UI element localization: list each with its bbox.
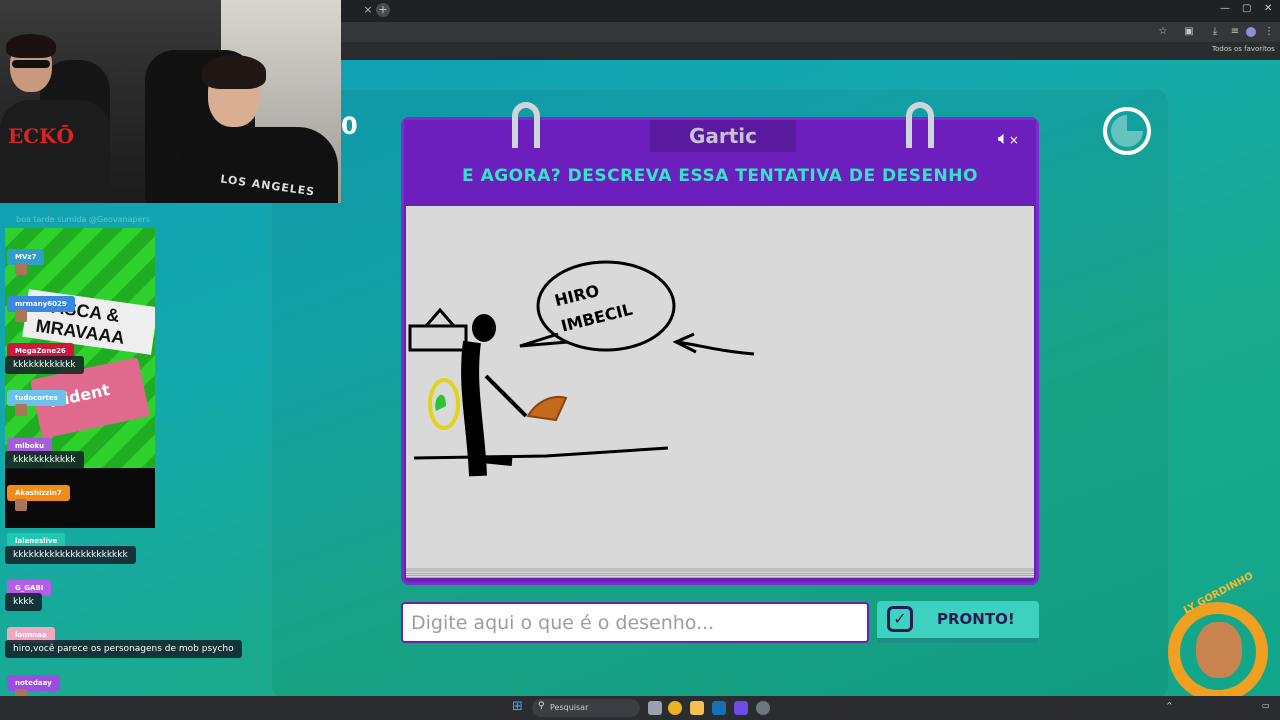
ready-label: PRONTO!: [937, 610, 1015, 628]
notebook-page-edges: [406, 572, 1034, 578]
chat-message: mrmany6029: [7, 291, 75, 312]
menu-kebab-icon[interactable]: ⋮: [1263, 26, 1275, 38]
task-view-icon[interactable]: [648, 701, 662, 715]
drawing-text-line-1: HIRO: [553, 281, 602, 310]
emblem-face: [1196, 622, 1242, 678]
guess-input[interactable]: [401, 602, 869, 643]
file-explorer-icon[interactable]: [690, 701, 704, 715]
close-window-icon[interactable]: ✕: [1264, 3, 1272, 14]
maximize-icon[interactable]: ▢: [1242, 3, 1251, 14]
round-prompt: E AGORA? DESCREVA ESSA TENTATIVA DE DESE…: [462, 166, 978, 186]
search-icon: ⚲: [538, 701, 545, 711]
download-icon[interactable]: ⤓: [1209, 26, 1221, 38]
streamer-emblem: LY GORDINHO: [1160, 571, 1275, 706]
chat-emote: [15, 310, 27, 322]
timer-icon: [1103, 107, 1151, 155]
media-icon[interactable]: ≡: [1229, 26, 1241, 38]
speaker-muted-icon[interactable]: 🔈︎×: [998, 128, 1019, 149]
drawing-canvas: HIRO IMBECIL: [406, 206, 1034, 572]
sunglasses: [12, 60, 50, 68]
chat-message-text: kkkkkkkkkkkk: [5, 451, 84, 469]
steam-icon[interactable]: [712, 701, 726, 715]
chat-message: notedaay: [7, 670, 60, 691]
notification-icon[interactable]: ▭: [1262, 701, 1270, 710]
webcam-feed: ECKŌ LOS ANGELES: [0, 0, 341, 203]
notebook-ring: [906, 102, 934, 148]
chat-message-text: kkkkkkkkkkkkkkkkkkkkkk: [5, 546, 136, 564]
gartic-logo: Gartic: [688, 124, 758, 148]
check-icon: ✓: [887, 606, 913, 632]
chat-header-message: boa tarde sumida @Geovanapers: [16, 215, 151, 224]
chat-message-text: hiro,você parece os personagens de mob p…: [5, 640, 242, 658]
chat-emote: [15, 404, 27, 416]
chat-message-text: kkkk: [5, 593, 42, 611]
ready-button[interactable]: ✓ PRONTO!: [877, 601, 1039, 643]
chat-message: Akashizzin7: [7, 480, 70, 501]
tray-chevron-icon[interactable]: ^: [1166, 701, 1173, 710]
chat-message-text: kkkkkkkkkkkk: [5, 356, 84, 374]
shirt-logo: ECKŌ: [8, 124, 74, 148]
new-tab-button[interactable]: +: [376, 3, 390, 17]
windows-start-icon[interactable]: ⊞: [512, 700, 526, 714]
gartic-board: Gartic 🔈︎× E AGORA? DESCREVA ESSA TENTAT…: [401, 102, 1039, 585]
chat-message: tudocortes: [7, 385, 66, 406]
minimize-icon[interactable]: —: [1220, 3, 1230, 14]
windows-taskbar: ⊞ Pesquisar ⚲ ^ ▭: [0, 696, 1280, 720]
streamer-person: ECKŌ: [0, 34, 110, 203]
settings-icon[interactable]: [756, 701, 770, 715]
tab-close-icon[interactable]: ×: [362, 4, 374, 16]
chat-emote: [15, 263, 27, 275]
chrome-icon[interactable]: [668, 701, 682, 715]
taskbar-search[interactable]: Pesquisar: [532, 699, 640, 717]
streamer-person: LOS ANGELES: [178, 55, 338, 203]
chat-emote: [15, 499, 27, 511]
profile-avatar[interactable]: [1246, 27, 1256, 37]
chat-message: MVz7: [7, 244, 45, 265]
bookmark-star-icon[interactable]: ☆: [1157, 26, 1169, 38]
extensions-icon[interactable]: ▣: [1183, 26, 1195, 38]
player-drawing: HIRO IMBECIL: [408, 260, 755, 477]
score-number: 0: [341, 112, 358, 140]
discord-icon[interactable]: [734, 701, 748, 715]
notebook-ring: [512, 102, 540, 148]
all-bookmarks-link[interactable]: Todos os favoritos: [1212, 45, 1275, 53]
